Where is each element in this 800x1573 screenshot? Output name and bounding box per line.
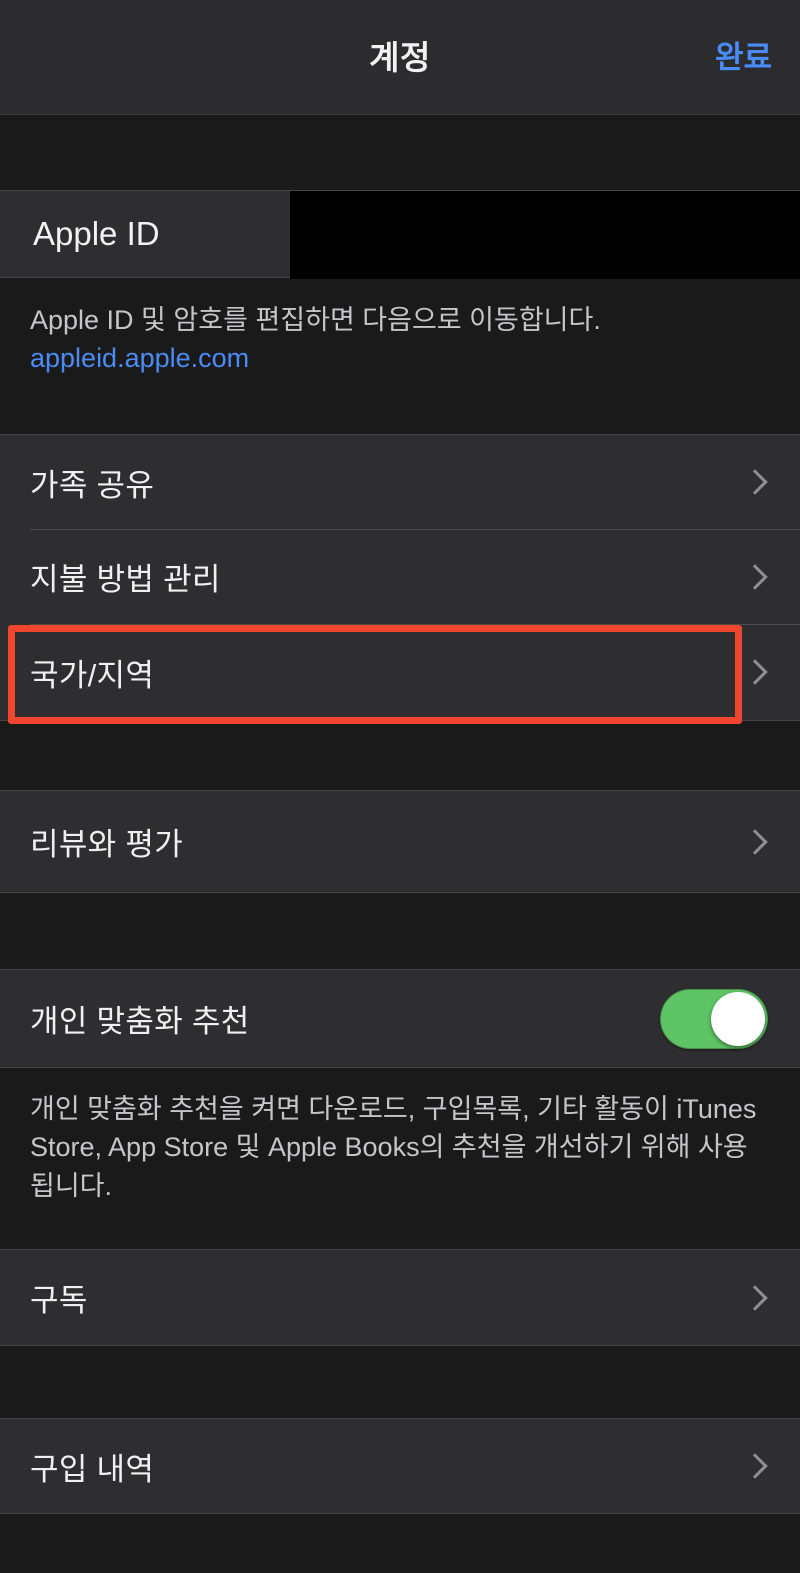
row-label: 개인 맞춤화 추천 <box>30 1004 250 1039</box>
purchase-history-group: 구입 내역 <box>0 1418 800 1514</box>
subscriptions-group: 구독 <box>0 1249 800 1346</box>
row-label: 리뷰와 평가 <box>30 827 184 862</box>
personalized-recommendations-toggle[interactable] <box>660 988 768 1049</box>
done-button[interactable]: 완료 <box>715 0 772 115</box>
personalized-recommendations-row[interactable]: 개인 맞춤화 추천 <box>0 970 800 1067</box>
sidebar-item-country-region[interactable]: 국가/지역 <box>0 624 800 720</box>
apple-id-footer-note: Apple ID 및 암호를 편집하면 다음으로 이동합니다. appleid.… <box>0 279 800 404</box>
chevron-right-icon <box>742 1284 768 1311</box>
row-label: 지불 방법 관리 <box>30 562 221 597</box>
spacer-bottom <box>0 1514 800 1573</box>
spacer-top <box>0 116 800 190</box>
personalization-footer-note: 개인 맞춤화 추천을 켜면 다운로드, 구입목록, 기타 활동이 iTunes … <box>0 1068 800 1231</box>
page-title: 계정 <box>369 38 431 76</box>
row-label: 구독 <box>30 1283 88 1318</box>
navigation-bar: 계정 완료 <box>0 0 800 115</box>
spacer-after-reviews-group <box>0 893 800 969</box>
spacer-after-subscriptions <box>0 1346 800 1418</box>
account-settings-group: 가족 공유 지불 방법 관리 국가/지역 <box>0 434 800 721</box>
chevron-right-icon <box>742 659 768 685</box>
apple-id-value-redaction <box>290 191 800 279</box>
sidebar-item-family-sharing[interactable]: 가족 공유 <box>0 435 800 529</box>
appleid-website-link[interactable]: appleid.apple.com <box>30 339 770 377</box>
account-settings-screen: 계정 완료 Apple ID Apple ID 및 암호를 편집하면 다음으로 … <box>0 0 800 1573</box>
apple-id-row[interactable]: Apple ID <box>0 190 800 279</box>
sidebar-item-subscriptions[interactable]: 구독 <box>0 1250 800 1345</box>
row-label: 구입 내역 <box>30 1451 155 1487</box>
apple-id-footer-text: Apple ID 및 암호를 편집하면 다음으로 이동합니다. <box>30 305 601 335</box>
chevron-right-icon <box>742 563 768 590</box>
chevron-right-icon <box>742 828 768 855</box>
personalization-group: 개인 맞춤화 추천 <box>0 969 800 1068</box>
sidebar-item-reviews-ratings[interactable]: 리뷰와 평가 <box>0 791 800 892</box>
spacer-after-account-group <box>0 722 800 790</box>
chevron-right-icon <box>742 469 768 495</box>
toggle-knob <box>711 991 765 1046</box>
sidebar-item-manage-payment[interactable]: 지불 방법 관리 <box>0 529 800 624</box>
row-label: 가족 공유 <box>30 467 155 503</box>
apple-id-label: Apple ID <box>33 215 160 252</box>
row-label: 국가/지역 <box>30 657 155 693</box>
reviews-group: 리뷰와 평가 <box>0 790 800 893</box>
chevron-right-icon <box>742 1453 768 1479</box>
sidebar-item-purchase-history[interactable]: 구입 내역 <box>0 1419 800 1513</box>
